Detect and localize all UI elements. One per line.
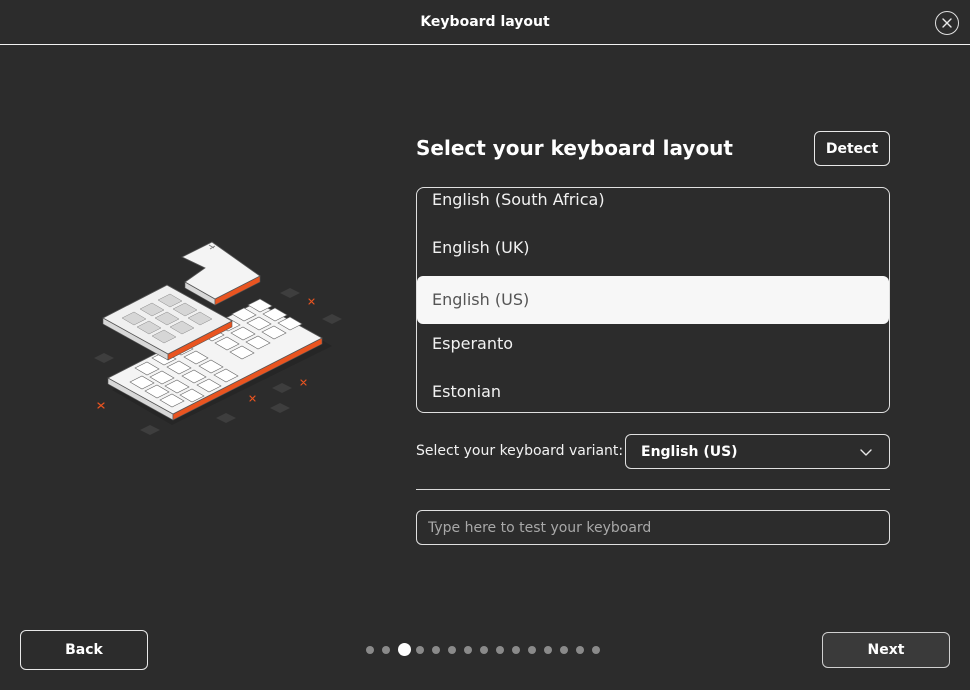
step-dot	[448, 646, 456, 654]
step-dot	[560, 646, 568, 654]
variant-label: Select your keyboard variant:	[416, 443, 624, 459]
keyboard-illustration	[94, 241, 342, 435]
list-item-selected[interactable]: English (US)	[417, 276, 889, 324]
keyboard-test-input[interactable]	[416, 510, 890, 545]
variant-value: English (US)	[641, 443, 738, 460]
step-dot	[432, 646, 440, 654]
chevron-down-icon	[860, 449, 872, 456]
divider	[416, 489, 890, 490]
detect-button[interactable]: Detect	[814, 131, 890, 166]
list-item[interactable]: Esperanto	[417, 320, 889, 368]
next-button[interactable]: Next	[822, 632, 950, 668]
list-item[interactable]: English (UK)	[417, 224, 889, 272]
step-dot	[464, 646, 472, 654]
close-icon	[942, 18, 952, 28]
back-button[interactable]: Back	[20, 630, 148, 670]
step-indicator	[366, 643, 616, 657]
list-item[interactable]: English (South Africa)	[417, 188, 889, 224]
step-dot	[480, 646, 488, 654]
step-dot	[496, 646, 504, 654]
title-bar: Keyboard layout	[0, 0, 970, 45]
step-dot	[416, 646, 424, 654]
step-dot-active	[398, 643, 411, 656]
step-dot	[592, 646, 600, 654]
window-title: Keyboard layout	[420, 14, 550, 30]
variant-dropdown[interactable]: English (US)	[625, 434, 890, 469]
list-item[interactable]: Estonian	[417, 368, 889, 412]
step-dot	[512, 646, 520, 654]
step-dot	[576, 646, 584, 654]
step-dot	[382, 646, 390, 654]
step-dot	[528, 646, 536, 654]
step-dot	[366, 646, 374, 654]
close-button[interactable]	[935, 11, 959, 35]
layout-list[interactable]: English (South Africa) English (UK) Engl…	[416, 187, 890, 413]
page-heading: Select your keyboard layout	[416, 136, 733, 160]
step-dot	[544, 646, 552, 654]
